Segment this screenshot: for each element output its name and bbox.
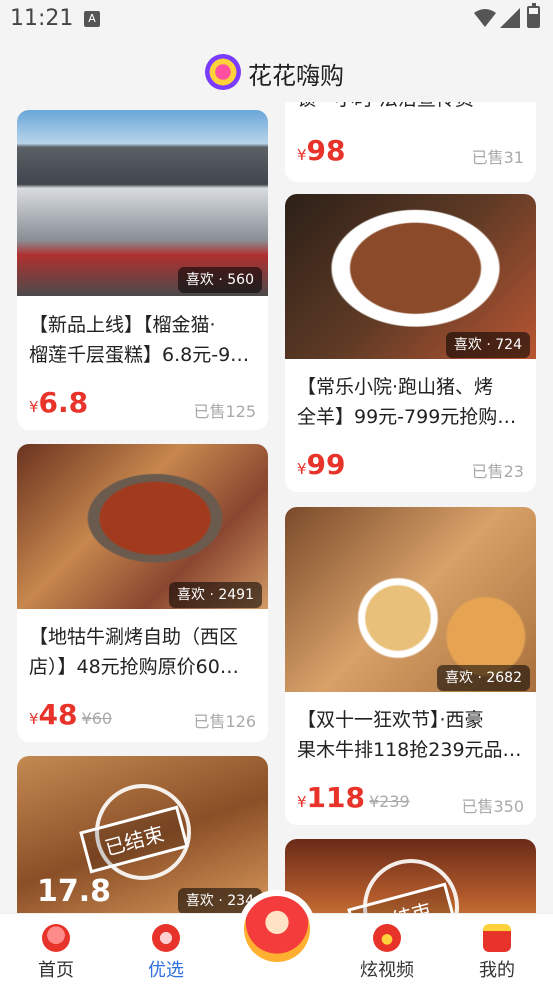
product-title: 【新品上线】【榴金猫· 榴莲千层蛋糕】6.8元-9… <box>29 314 250 366</box>
product-card[interactable]: 喜欢 · 2491 【地牯牛涮烤自助（西区 店）】48元抢购原价60… ¥48 ¥… <box>17 444 268 742</box>
notification-icon: A <box>84 11 100 27</box>
tab-label: 我的 <box>479 960 515 981</box>
product-card[interactable]: 喜欢 · 560 【新品上线】【榴金猫· 榴莲千层蛋糕】6.8元-9… ¥6.8… <box>17 110 268 430</box>
tab-label: 炫视频 <box>360 960 414 981</box>
image-price-tag: 17.8 <box>37 874 112 909</box>
likes-badge: 喜欢 · 2491 <box>169 582 262 608</box>
original-price: ¥60 <box>81 709 113 728</box>
product-card[interactable]: 已结束 17.8 喜欢 · 234 <box>17 756 268 913</box>
product-price: ¥48 ¥60 <box>29 698 113 731</box>
signal-icon <box>500 8 520 28</box>
sold-count: 已售31 <box>471 148 524 167</box>
likes-badge: 喜欢 · 2682 <box>437 665 530 691</box>
product-feed[interactable]: 喜欢 · 560 【新品上线】【榴金猫· 榴莲千层蛋糕】6.8元-9… ¥6.8… <box>0 102 553 913</box>
tab-video[interactable]: 炫视频 <box>347 914 427 984</box>
battery-icon <box>527 3 540 28</box>
sold-count: 已售126 <box>193 712 256 731</box>
sold-count: 已售125 <box>193 402 256 421</box>
app-header: 花花嗨购 <box>0 40 553 102</box>
product-card[interactable]: 锁一小时·法治宣传资 ¥98 已售31 <box>285 102 536 182</box>
product-card[interactable]: 喜欢 · 2682 【双十一狂欢节】·西豪 果木牛排118抢239元品… ¥11… <box>285 507 536 825</box>
product-price: ¥118 ¥239 <box>297 781 410 814</box>
status-time: 11:21 <box>10 6 74 31</box>
profile-icon <box>483 924 511 952</box>
gift-icon <box>152 924 180 952</box>
tab-home[interactable]: 首页 <box>16 914 96 984</box>
product-price: ¥98 <box>297 134 346 167</box>
app-title: 花花嗨购 <box>248 62 344 90</box>
likes-badge: 喜欢 · 560 <box>177 267 262 293</box>
tab-label: 优选 <box>148 960 184 981</box>
product-title: 锁一小时·法治宣传资 <box>297 102 524 114</box>
app-logo-icon <box>205 54 241 90</box>
sold-count: 已售350 <box>461 797 524 816</box>
product-price: ¥99 <box>297 448 346 481</box>
status-bar: 11:21 A <box>0 0 553 40</box>
wifi-icon <box>474 9 496 27</box>
product-title: 【常乐小院·跑山猪、烤 全羊】99元-799元抢购… <box>297 376 517 428</box>
sold-count: 已售23 <box>471 462 524 481</box>
tab-label: 首页 <box>38 960 74 981</box>
center-action-button[interactable] <box>238 890 316 968</box>
tab-featured[interactable]: 优选 <box>126 914 206 984</box>
original-price: ¥239 <box>369 792 410 811</box>
product-card[interactable]: 喜欢 · 724 【常乐小院·跑山猪、烤 全羊】99元-799元抢购… ¥99 … <box>285 194 536 492</box>
product-card[interactable]: 已结束 <box>285 839 536 913</box>
home-icon <box>42 924 70 952</box>
video-icon <box>373 924 401 952</box>
product-title: 【地牯牛涮烤自助（西区 店）】48元抢购原价60… <box>29 626 239 678</box>
product-price: ¥6.8 <box>29 386 89 419</box>
tab-profile[interactable]: 我的 <box>457 914 537 984</box>
product-title: 【双十一狂欢节】·西豪 果木牛排118抢239元品… <box>297 709 522 761</box>
mascot-icon <box>244 896 310 962</box>
likes-badge: 喜欢 · 724 <box>445 332 530 358</box>
